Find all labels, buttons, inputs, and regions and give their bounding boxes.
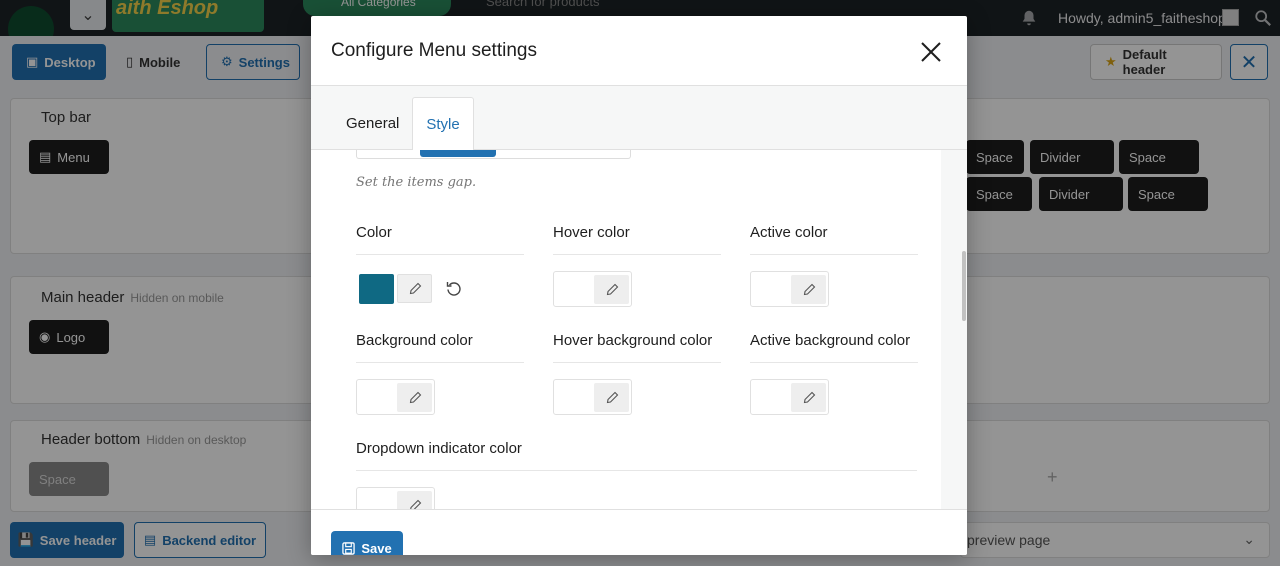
field-label: Dropdown indicator color bbox=[356, 436, 917, 471]
eyedropper-icon bbox=[409, 282, 421, 294]
hover-background-color-field: Hover background color bbox=[553, 328, 721, 415]
modal-tabs: General Style bbox=[311, 86, 967, 151]
eyedropper-button[interactable] bbox=[594, 275, 629, 304]
hover-background-color-picker bbox=[553, 379, 632, 415]
field-label: Background color bbox=[356, 328, 524, 363]
eyedropper-button[interactable] bbox=[397, 383, 432, 412]
field-label: Active background color bbox=[750, 328, 918, 363]
active-color-field: Active color bbox=[750, 220, 918, 307]
eyedropper-button[interactable] bbox=[791, 275, 826, 304]
eyedropper-icon bbox=[803, 391, 815, 403]
color-swatch[interactable] bbox=[360, 383, 395, 413]
eyedropper-button[interactable] bbox=[791, 383, 826, 412]
dropdown-indicator-color-field: Dropdown indicator color bbox=[356, 436, 917, 509]
color-swatch[interactable] bbox=[557, 275, 592, 305]
configure-menu-modal: Configure Menu settings General Style Se… bbox=[311, 16, 967, 555]
field-label: Hover background color bbox=[553, 328, 721, 363]
items-gap-active-option[interactable] bbox=[420, 150, 496, 157]
color-swatch[interactable] bbox=[360, 491, 395, 509]
hover-color-field: Hover color bbox=[553, 220, 721, 307]
modal-header: Configure Menu settings bbox=[311, 16, 967, 86]
tab-general[interactable]: General bbox=[331, 97, 414, 150]
hover-color-picker bbox=[553, 271, 632, 307]
eyedropper-button[interactable] bbox=[594, 383, 629, 412]
color-picker bbox=[356, 271, 461, 307]
reset-color-button[interactable] bbox=[443, 278, 465, 300]
modal-title: Configure Menu settings bbox=[331, 40, 537, 61]
eyedropper-button[interactable] bbox=[397, 491, 432, 509]
field-label: Active color bbox=[750, 220, 918, 255]
color-field: Color bbox=[356, 220, 524, 307]
eyedropper-icon bbox=[606, 391, 618, 403]
panel-scrollbar[interactable] bbox=[941, 150, 967, 509]
save-button[interactable]: Save bbox=[331, 531, 403, 555]
tab-style[interactable]: Style bbox=[412, 97, 474, 151]
modal-footer: Save bbox=[311, 509, 967, 555]
eyedropper-icon bbox=[606, 283, 618, 295]
field-label: Hover color bbox=[553, 220, 721, 255]
eyedropper-icon bbox=[409, 391, 421, 403]
field-label: Color bbox=[356, 220, 524, 255]
save-icon bbox=[342, 541, 356, 555]
scroll-thumb[interactable] bbox=[962, 251, 966, 321]
eyedropper-button[interactable] bbox=[397, 274, 432, 303]
color-swatch[interactable] bbox=[754, 275, 789, 305]
color-swatch[interactable] bbox=[557, 383, 592, 413]
color-swatch[interactable] bbox=[754, 383, 789, 413]
items-gap-hint: Set the items gap. bbox=[356, 175, 477, 190]
active-background-color-field: Active background color bbox=[750, 328, 918, 415]
background-color-field: Background color bbox=[356, 328, 524, 415]
active-background-color-picker bbox=[750, 379, 829, 415]
eyedropper-icon bbox=[803, 283, 815, 295]
dropdown-indicator-color-picker bbox=[356, 487, 435, 509]
reset-icon bbox=[446, 282, 461, 296]
style-panel-inner: Set the items gap. Color Hover color Act… bbox=[331, 150, 941, 509]
active-color-picker bbox=[750, 271, 829, 307]
background-color-picker bbox=[356, 379, 435, 415]
style-panel[interactable]: Set the items gap. Color Hover color Act… bbox=[331, 150, 941, 509]
eyedropper-icon bbox=[409, 499, 421, 509]
items-gap-toggle[interactable] bbox=[356, 150, 631, 159]
close-icon bbox=[921, 42, 941, 62]
close-button[interactable] bbox=[913, 34, 949, 70]
color-swatch[interactable] bbox=[359, 274, 394, 304]
